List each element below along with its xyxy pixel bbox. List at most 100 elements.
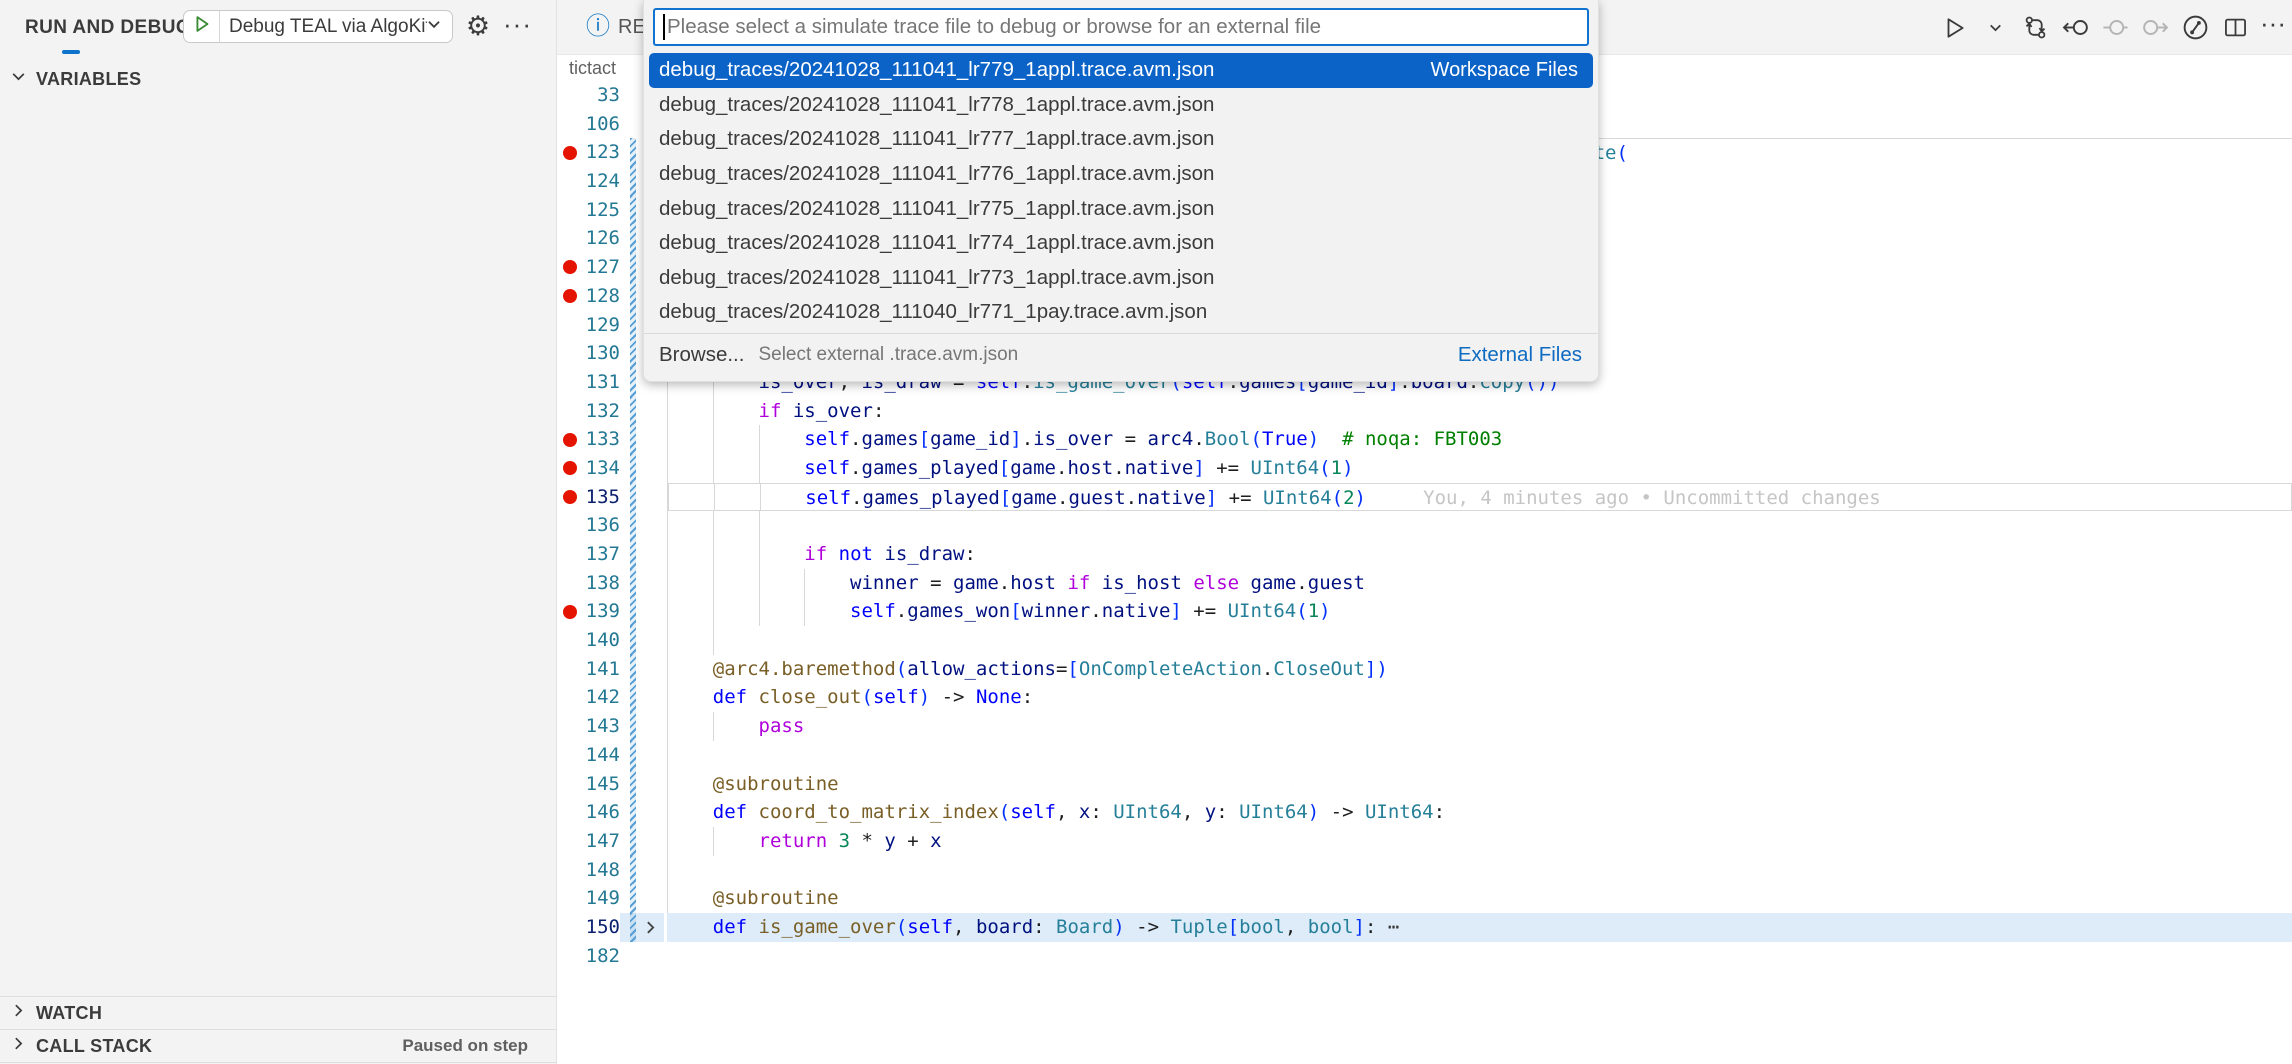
line-number: 130 — [583, 339, 620, 368]
line-number: 131 — [583, 368, 620, 397]
modified-lines-gutter — [620, 712, 636, 741]
line-number: 132 — [583, 397, 620, 426]
run-or-debug-play-icon[interactable] — [1940, 13, 1970, 43]
trace-file-name: debug_traces/20241028_111041_lr777_1appl… — [659, 127, 1214, 151]
breakpoint-gutter[interactable] — [557, 655, 583, 684]
code-line[interactable]: 149 @subroutine — [557, 884, 2292, 913]
breakpoint-icon[interactable] — [557, 454, 583, 483]
code-line-content — [667, 741, 2292, 770]
code-line[interactable]: 134 self.games_played[game.host.native] … — [557, 454, 2292, 483]
quickpick-item[interactable]: debug_traces/20241028_111041_lr778_1appl… — [649, 88, 1593, 123]
code-line[interactable]: 148 — [557, 856, 2292, 885]
line-number: 124 — [583, 167, 620, 196]
code-line[interactable]: 140 — [557, 626, 2292, 655]
breakpoint-gutter[interactable] — [557, 368, 583, 397]
breakpoint-gutter[interactable] — [557, 942, 583, 971]
browse-external-row[interactable]: Browse... Select external .trace.avm.jso… — [644, 337, 1598, 373]
code-line[interactable]: 147 return 3 * y + x — [557, 827, 2292, 856]
breakpoint-gutter[interactable] — [557, 196, 583, 225]
quickpick-item[interactable]: debug_traces/20241028_111040_lr771_1pay.… — [649, 295, 1593, 330]
breakpoint-gutter[interactable] — [557, 770, 583, 799]
breakpoint-gutter[interactable] — [557, 167, 583, 196]
code-line[interactable]: 138 winner = game.host if is_host else g… — [557, 569, 2292, 598]
line-circle-icon-disabled[interactable] — [2100, 13, 2130, 43]
breakpoint-gutter[interactable] — [557, 913, 583, 942]
fold-chevron-right-icon[interactable] — [636, 913, 664, 942]
code-line[interactable]: 132 if is_over: — [557, 397, 2292, 426]
breakpoint-gutter[interactable] — [557, 397, 583, 426]
code-line[interactable]: 146 def coord_to_matrix_index(self, x: U… — [557, 798, 2292, 827]
breakpoint-gutter[interactable] — [557, 511, 583, 540]
breakpoint-icon[interactable] — [557, 138, 583, 167]
code-line[interactable]: 150 def is_game_over(self, board: Board)… — [557, 913, 2292, 942]
fold-gutter — [636, 827, 664, 856]
code-line[interactable]: 135 self.games_played[game.guest.native]… — [557, 483, 2292, 512]
code-line[interactable]: 145 @subroutine — [557, 770, 2292, 799]
code-line[interactable]: 143 pass — [557, 712, 2292, 741]
breakpoint-gutter[interactable] — [557, 540, 583, 569]
indent-guide — [759, 569, 760, 598]
code-line[interactable]: 137 if not is_draw: — [557, 540, 2292, 569]
step-back-circle-icon[interactable] — [2060, 13, 2090, 43]
debug-config-dropdown[interactable]: Debug TEAL via AlgoKit — [183, 10, 453, 43]
breakpoint-icon[interactable] — [557, 425, 583, 454]
modified-lines-gutter — [620, 110, 636, 139]
call-stack-section-header[interactable]: CALL STACK Paused on step — [0, 1029, 556, 1062]
quickpick-item[interactable]: debug_traces/20241028_111041_lr775_1appl… — [649, 191, 1593, 226]
breakpoint-icon[interactable] — [557, 483, 583, 512]
breakpoint-gutter[interactable] — [557, 110, 583, 139]
quickpick-item[interactable]: debug_traces/20241028_111041_lr776_1appl… — [649, 157, 1593, 192]
breakpoint-gutter[interactable] — [557, 827, 583, 856]
start-debug-button[interactable] — [184, 11, 220, 42]
breakpoint-gutter[interactable] — [557, 224, 583, 253]
code-line[interactable]: 144 — [557, 741, 2292, 770]
breakpoint-gutter[interactable] — [557, 683, 583, 712]
modified-lines-gutter — [620, 339, 636, 368]
breakpoint-gutter[interactable] — [557, 81, 583, 110]
code-line[interactable]: 142 def close_out(self) -> None: — [557, 683, 2292, 712]
trace-file-name: debug_traces/20241028_111041_lr778_1appl… — [659, 93, 1214, 117]
breakpoint-icon[interactable] — [557, 597, 583, 626]
compare-trace-icon[interactable] — [2020, 13, 2050, 43]
breakpoint-gutter[interactable] — [557, 712, 583, 741]
trace-file-search-input[interactable] — [667, 15, 1587, 39]
fold-gutter — [636, 511, 664, 540]
dropdown-chevron-icon[interactable] — [1980, 13, 2010, 43]
quickpick-item[interactable]: debug_traces/20241028_111041_lr774_1appl… — [649, 226, 1593, 261]
indent-guide — [667, 425, 668, 454]
watch-section-header[interactable]: WATCH — [0, 996, 556, 1029]
indent-guide — [759, 511, 760, 540]
quickpick-item[interactable]: debug_traces/20241028_111041_lr773_1appl… — [649, 261, 1593, 296]
indent-guide — [804, 569, 805, 598]
breakpoint-gutter[interactable] — [557, 856, 583, 885]
quickpick-input-box[interactable] — [653, 8, 1589, 46]
more-actions-icon[interactable]: ··· — [503, 9, 532, 40]
code-line[interactable]: 141 @arc4.baremethod(allow_actions=[OnCo… — [557, 655, 2292, 684]
variables-section-header[interactable]: VARIABLES — [0, 64, 556, 94]
breadcrumb-item[interactable]: tictact — [569, 58, 616, 79]
indent-guide — [713, 626, 714, 655]
split-editor-icon[interactable] — [2220, 13, 2250, 43]
line-number: 144 — [583, 741, 620, 770]
code-line[interactable]: 133 self.games[game_id].is_over = arc4.B… — [557, 425, 2292, 454]
watch-label: WATCH — [36, 1003, 102, 1024]
browse-label: Browse... — [659, 343, 744, 367]
code-line[interactable]: 136 — [557, 511, 2292, 540]
breakpoint-gutter[interactable] — [557, 741, 583, 770]
gear-icon[interactable]: ⚙ — [463, 11, 493, 41]
commit-graph-circle-icon[interactable] — [2180, 13, 2210, 43]
more-actions-icon[interactable]: ··· — [2260, 8, 2286, 47]
quickpick-item[interactable]: debug_traces/20241028_111041_lr777_1appl… — [649, 122, 1593, 157]
breakpoint-gutter[interactable] — [557, 884, 583, 913]
breakpoint-icon[interactable] — [557, 253, 583, 282]
breakpoint-gutter[interactable] — [557, 339, 583, 368]
code-line[interactable]: 182 — [557, 942, 2292, 971]
breakpoint-icon[interactable] — [557, 282, 583, 311]
breakpoint-gutter[interactable] — [557, 569, 583, 598]
code-line[interactable]: 139 self.games_won[winner.native] += UIn… — [557, 597, 2292, 626]
quickpick-item[interactable]: debug_traces/20241028_111041_lr779_1appl… — [649, 53, 1593, 88]
breakpoint-gutter[interactable] — [557, 626, 583, 655]
breakpoint-gutter[interactable] — [557, 798, 583, 827]
breakpoint-gutter[interactable] — [557, 311, 583, 340]
circle-arrow-right-icon-disabled[interactable] — [2140, 13, 2170, 43]
